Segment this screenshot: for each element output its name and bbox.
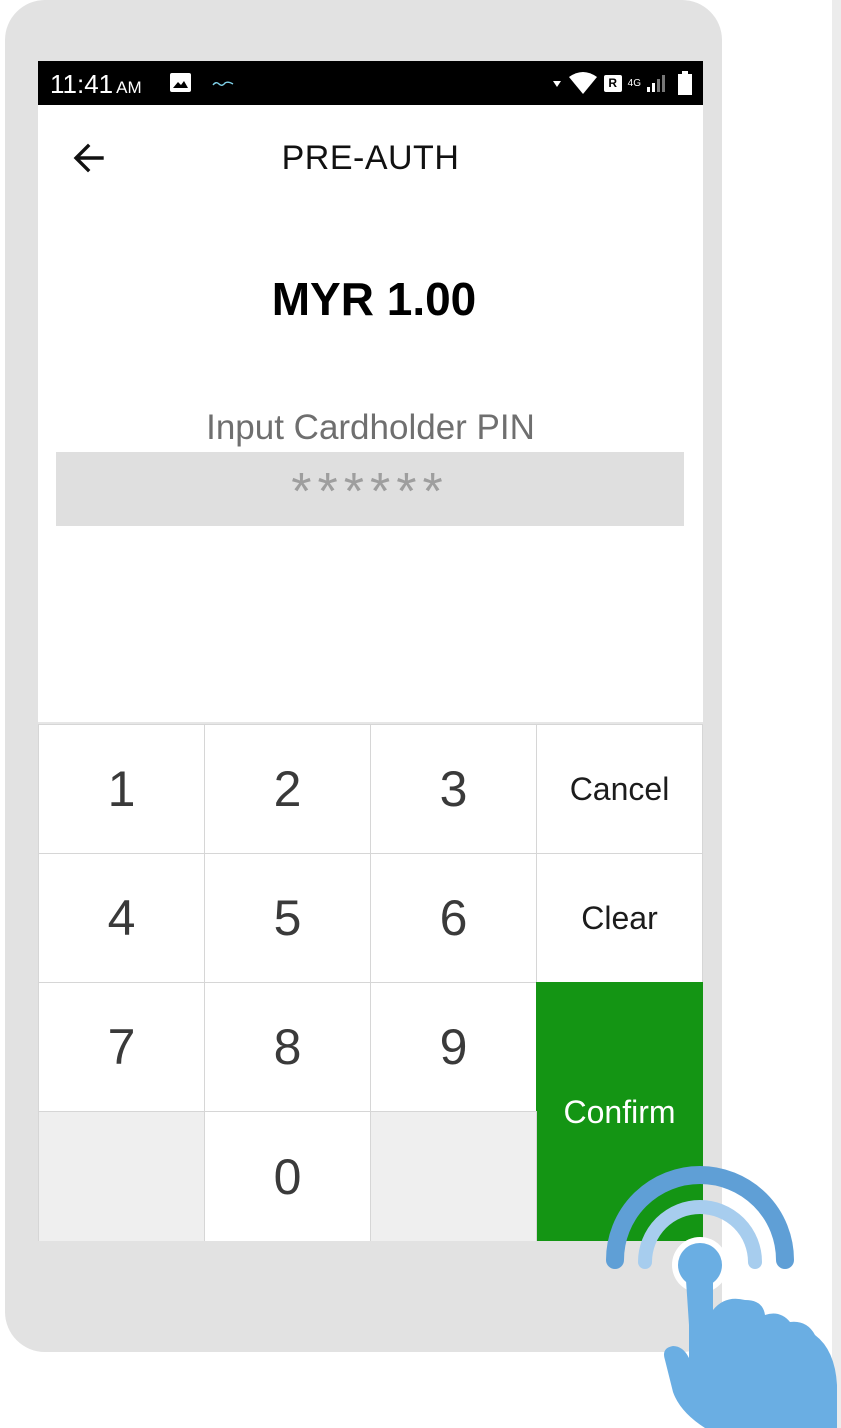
key-3-label: 3 [439, 761, 468, 817]
image-notification-icon [170, 73, 191, 92]
status-right-group: R 4G [552, 71, 693, 95]
key-2[interactable]: 2 [204, 724, 371, 854]
confirm-button-label: Confirm [563, 1094, 676, 1130]
app-notification-icon [212, 81, 234, 86]
key-5[interactable]: 5 [204, 853, 371, 983]
signal-strength-icon [647, 75, 665, 92]
status-time: 11:41 AM [50, 69, 142, 100]
wifi-icon [568, 72, 597, 94]
key-8-label: 8 [273, 1019, 302, 1075]
status-bar: 11:41 AM R 4G [38, 61, 703, 105]
keypad-blank-right [370, 1111, 537, 1241]
key-1[interactable]: 1 [38, 724, 205, 854]
key-6-label: 6 [439, 890, 468, 946]
key-0[interactable]: 0 [204, 1111, 371, 1241]
cancel-button[interactable]: Cancel [536, 724, 703, 854]
network-type-label: 4G [627, 77, 641, 89]
key-7-label: 7 [107, 1019, 136, 1075]
clear-button-label: Clear [581, 899, 658, 936]
cancel-button-label: Cancel [569, 770, 670, 807]
key-3[interactable]: 3 [370, 724, 537, 854]
page-title: PRE-AUTH [281, 139, 460, 177]
status-time-value: 11:41 [50, 69, 114, 99]
clear-button[interactable]: Clear [536, 853, 703, 983]
pin-input-label: Input Cardholder PIN [206, 408, 535, 447]
status-time-ampm: AM [116, 78, 142, 97]
key-9-label: 9 [439, 1019, 468, 1075]
transaction-amount: MYR 1.00 [271, 273, 477, 325]
key-8[interactable]: 8 [204, 982, 371, 1112]
key-0-label: 0 [273, 1149, 302, 1205]
roaming-badge: R [603, 74, 622, 92]
key-6[interactable]: 6 [370, 853, 537, 983]
keypad-blank-left [38, 1111, 205, 1241]
key-5-label: 5 [273, 890, 302, 946]
key-4[interactable]: 4 [38, 853, 205, 983]
data-activity-icon [552, 81, 561, 87]
key-1-label: 1 [107, 761, 136, 817]
pin-input-field[interactable]: ****** [56, 452, 684, 526]
key-7[interactable]: 7 [38, 982, 205, 1112]
battery-icon [678, 71, 692, 95]
phone-screen: 11:41 AM R 4G PRE-AUTH MYR 1.00 Input Ca… [38, 61, 703, 1241]
key-4-label: 4 [107, 890, 136, 946]
key-2-label: 2 [273, 761, 302, 817]
tap-hand-icon [606, 1166, 837, 1428]
key-9[interactable]: 9 [370, 982, 537, 1112]
